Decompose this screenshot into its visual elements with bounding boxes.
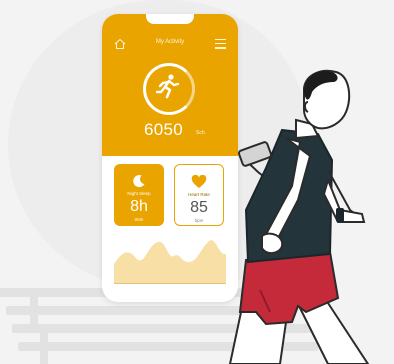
phone-notch [146, 14, 194, 24]
menu-icon[interactable] [215, 39, 226, 49]
sleep-card[interactable]: Night Sleep 8h 00m [114, 164, 164, 226]
runner-illustration [228, 69, 370, 364]
runner-icon [155, 74, 180, 99]
sleep-hours: 8h [130, 198, 148, 215]
track-hurdle-post [40, 330, 48, 364]
sleep-minutes: 00m [134, 217, 144, 222]
track-hurdle-post [30, 296, 38, 326]
moon-icon [133, 175, 145, 188]
steps-value: 6050 [144, 120, 184, 139]
sleep-label: Night Sleep [127, 191, 151, 196]
